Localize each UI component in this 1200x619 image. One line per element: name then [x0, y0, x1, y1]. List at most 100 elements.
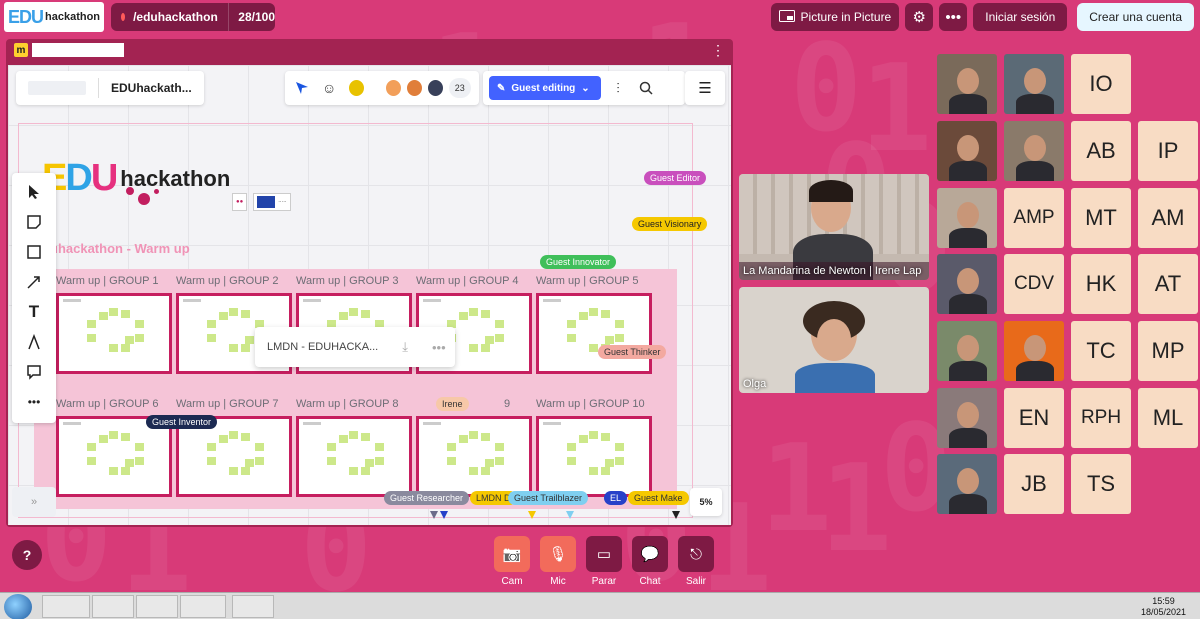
control-chat[interactable]: 💬 Chat — [631, 536, 669, 587]
participant-initials-tile[interactable]: AMP — [1004, 188, 1064, 248]
sticky-note[interactable] — [615, 457, 624, 465]
group-card[interactable] — [56, 293, 172, 374]
sticky-note[interactable] — [121, 344, 130, 352]
notes-button[interactable]: ☰ — [685, 71, 725, 105]
sticky-note[interactable] — [589, 308, 598, 316]
sticky-note[interactable] — [109, 431, 118, 439]
help-button[interactable]: ? — [12, 540, 42, 570]
collaborators-count[interactable]: 23 — [448, 78, 471, 98]
download-icon[interactable]: ⤓ — [402, 339, 408, 355]
parar-button[interactable]: ▭ — [586, 536, 622, 572]
participant-initials-tile[interactable]: IP — [1138, 121, 1198, 181]
sticky-note[interactable] — [229, 308, 238, 316]
expand-panel-button[interactable]: » — [12, 487, 56, 517]
sticky-note[interactable] — [481, 310, 490, 318]
participant-video-thumbnail[interactable] — [937, 121, 997, 181]
sticky-note[interactable] — [485, 336, 494, 344]
sticky-note[interactable] — [495, 443, 504, 451]
sticky-note[interactable] — [121, 433, 130, 441]
sticky-note[interactable] — [327, 443, 336, 451]
sticky-note[interactable] — [245, 336, 254, 344]
cam-button[interactable]: 📷 — [494, 536, 530, 572]
text-tool-icon[interactable]: T — [18, 297, 50, 327]
taskbar-app[interactable] — [42, 595, 90, 618]
sticky-note[interactable] — [135, 443, 144, 451]
sticky-note[interactable] — [481, 433, 490, 441]
participant-initials-tile[interactable]: RPH — [1071, 388, 1131, 448]
start-button[interactable] — [4, 594, 32, 619]
participant-initials-tile[interactable]: MP — [1138, 321, 1198, 381]
participant-video-thumbnail[interactable] — [1004, 321, 1064, 381]
sticky-note[interactable] — [135, 334, 144, 342]
sticky-note[interactable] — [495, 320, 504, 328]
sticky-note[interactable] — [125, 459, 134, 467]
more-button[interactable]: ••• — [939, 3, 968, 31]
participant-video-thumbnail[interactable] — [937, 254, 997, 314]
sticky-note[interactable] — [589, 431, 598, 439]
sticky-note[interactable] — [241, 310, 250, 318]
sticky-note[interactable] — [241, 344, 250, 352]
sticky-note[interactable] — [615, 334, 624, 342]
participant-video-thumbnail[interactable] — [937, 321, 997, 381]
sticky-note[interactable] — [481, 467, 490, 475]
sticky-note[interactable] — [365, 459, 374, 467]
participant-initials-tile[interactable]: TS — [1071, 454, 1131, 514]
sticky-note-tool-icon[interactable] — [18, 207, 50, 237]
settings-sliders-icon[interactable]: ⫶ — [607, 77, 629, 99]
avatar[interactable] — [383, 78, 403, 98]
sticky-note[interactable] — [589, 467, 598, 475]
avatar[interactable] — [346, 78, 366, 98]
sticky-note[interactable] — [567, 443, 576, 451]
board-title-bar[interactable]: EDUhackath... — [16, 71, 204, 105]
taskbar-app[interactable] — [136, 595, 178, 618]
sticky-note[interactable] — [99, 312, 108, 320]
sticky-note[interactable] — [615, 443, 624, 451]
sticky-note[interactable] — [375, 443, 384, 451]
participant-initials-tile[interactable]: AM — [1138, 188, 1198, 248]
sticky-note[interactable] — [349, 431, 358, 439]
sticky-note[interactable] — [567, 457, 576, 465]
sticky-note[interactable] — [361, 310, 370, 318]
sticky-note[interactable] — [241, 433, 250, 441]
sticky-note[interactable] — [255, 457, 264, 465]
sticky-note[interactable] — [601, 310, 610, 318]
sticky-note[interactable] — [229, 344, 238, 352]
participant-video-thumbnail[interactable] — [1004, 121, 1064, 181]
signup-button[interactable]: Crear una cuenta — [1077, 3, 1194, 31]
sticky-note[interactable] — [207, 457, 216, 465]
participant-initials-tile[interactable]: EN — [1004, 388, 1064, 448]
guest-editing-dropdown[interactable]: ✎ Guest editing ⌄ — [489, 76, 601, 100]
sticky-note[interactable] — [459, 312, 468, 320]
sticky-note[interactable] — [339, 312, 348, 320]
cursor-follow-icon[interactable] — [293, 78, 312, 98]
reactions-icon[interactable]: ☺ — [320, 78, 339, 98]
sticky-note[interactable] — [207, 334, 216, 342]
participant-video-thumbnail[interactable] — [937, 188, 997, 248]
participant-video-thumbnail[interactable] — [937, 54, 997, 114]
taskbar-app[interactable] — [180, 595, 226, 618]
taskbar-app[interactable] — [92, 595, 134, 618]
sticky-note[interactable] — [447, 443, 456, 451]
sticky-note[interactable] — [87, 457, 96, 465]
avatar[interactable] — [425, 78, 445, 98]
sticky-note[interactable] — [121, 310, 130, 318]
picture-in-picture-button[interactable]: Picture in Picture — [770, 3, 900, 31]
sticky-note[interactable] — [109, 467, 118, 475]
control-mic[interactable]: 🎙 Mic — [539, 536, 577, 587]
group-card[interactable] — [536, 293, 652, 374]
sticky-note[interactable] — [219, 435, 228, 443]
sticky-note[interactable] — [109, 308, 118, 316]
sticky-note[interactable] — [109, 344, 118, 352]
sticky-note[interactable] — [459, 435, 468, 443]
sticky-note[interactable] — [349, 308, 358, 316]
sticky-note[interactable] — [375, 457, 384, 465]
sticky-note[interactable] — [447, 457, 456, 465]
group-card[interactable] — [536, 416, 652, 497]
salir-button[interactable]: ⎋ — [678, 536, 714, 572]
participant-initials-tile[interactable]: CDV — [1004, 254, 1064, 314]
sticky-note[interactable] — [361, 433, 370, 441]
participant-initials-tile[interactable]: ML — [1138, 388, 1198, 448]
sticky-note[interactable] — [229, 467, 238, 475]
video-participant[interactable]: Olga — [739, 287, 929, 393]
sticky-note[interactable] — [219, 312, 228, 320]
